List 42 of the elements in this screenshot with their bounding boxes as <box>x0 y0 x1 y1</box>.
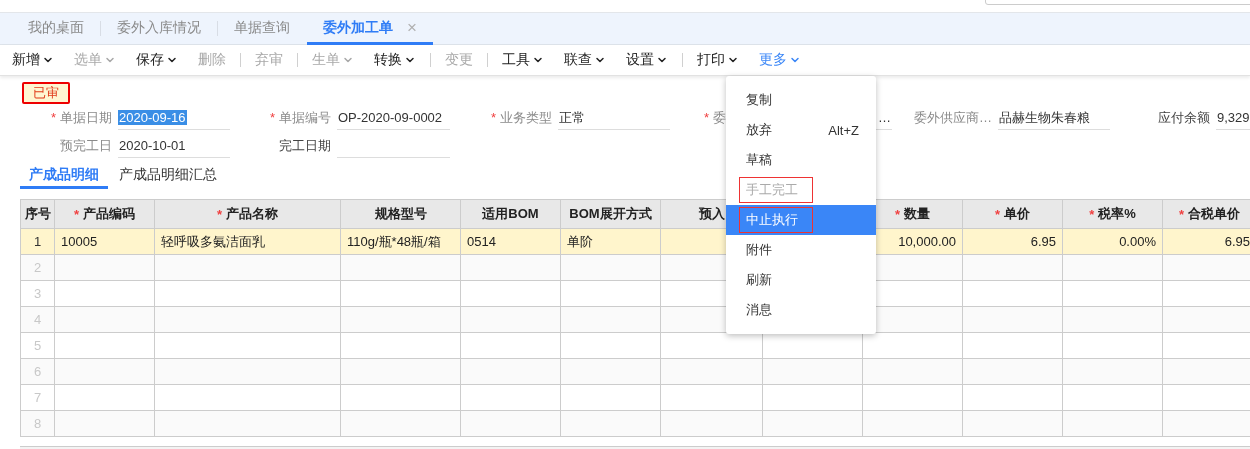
menu-item[interactable]: 中止执行 <box>726 205 876 235</box>
input-field[interactable]: 2020-10-01 <box>118 134 230 158</box>
input-field[interactable]: 正常 <box>558 106 670 130</box>
input-field[interactable]: 品赫生物朱春粮 <box>998 106 1110 130</box>
field-label: * 业务类型 <box>489 109 553 127</box>
page-tab[interactable]: 委外入库情况 <box>101 13 217 45</box>
input-field[interactable]: 2020-09-16 <box>118 106 230 130</box>
detail-tab[interactable]: 产成品明细 <box>20 163 108 189</box>
column-header: 序号 <box>21 200 55 229</box>
detail-tab[interactable]: 产成品明细汇总 <box>110 163 226 189</box>
column-header: * 单价 <box>963 200 1063 229</box>
toolbar-button[interactable]: 打印 <box>682 51 739 69</box>
field-label: * 单据编号 <box>268 109 332 127</box>
column-header: * 产品编码 <box>55 200 155 229</box>
menu-item[interactable]: 复制 <box>726 85 876 115</box>
column-header: 适用BOM <box>461 200 561 229</box>
column-header: BOM展开方式 <box>561 200 661 229</box>
close-icon[interactable]: × <box>407 17 417 38</box>
field-label: 完工日期 <box>278 137 332 155</box>
toolbar-button[interactable]: 更多 <box>759 51 801 69</box>
menu-item[interactable]: 放弃 Alt+Z <box>726 115 876 145</box>
toolbar-button[interactable]: 转换 <box>374 51 416 69</box>
menu-item[interactable]: 草稿 <box>726 145 876 175</box>
page-tab[interactable]: 委外加工单 × <box>307 13 433 45</box>
toolbar-button[interactable]: 联查 <box>564 51 606 69</box>
toolbar-button[interactable]: 设置 <box>626 51 668 69</box>
field-label: 预完工日 <box>59 137 113 155</box>
toolbar-button[interactable]: 工具 <box>487 51 544 69</box>
field-label: 委外供应商… <box>913 109 993 127</box>
status-badge: 已审 <box>22 82 70 104</box>
field-label: 应付余额 <box>1157 109 1211 127</box>
column-header: * 产品名称 <box>155 200 341 229</box>
page-tab[interactable]: 单据查询 <box>218 13 306 45</box>
field-label: * 委 <box>702 109 727 127</box>
column-header: 规格型号 <box>341 200 461 229</box>
toolbar-button[interactable]: 新增 <box>12 51 54 69</box>
page-tab[interactable]: 我的桌面 <box>12 13 100 45</box>
input-field[interactable]: 9,329 <box>1216 106 1250 130</box>
column-header: * 税率% <box>1063 200 1163 229</box>
toolbar-button[interactable]: 保存 <box>136 51 178 69</box>
input-field[interactable]: OP-2020-09-0002 <box>337 106 450 130</box>
field-label: * 单据日期 <box>49 109 113 127</box>
